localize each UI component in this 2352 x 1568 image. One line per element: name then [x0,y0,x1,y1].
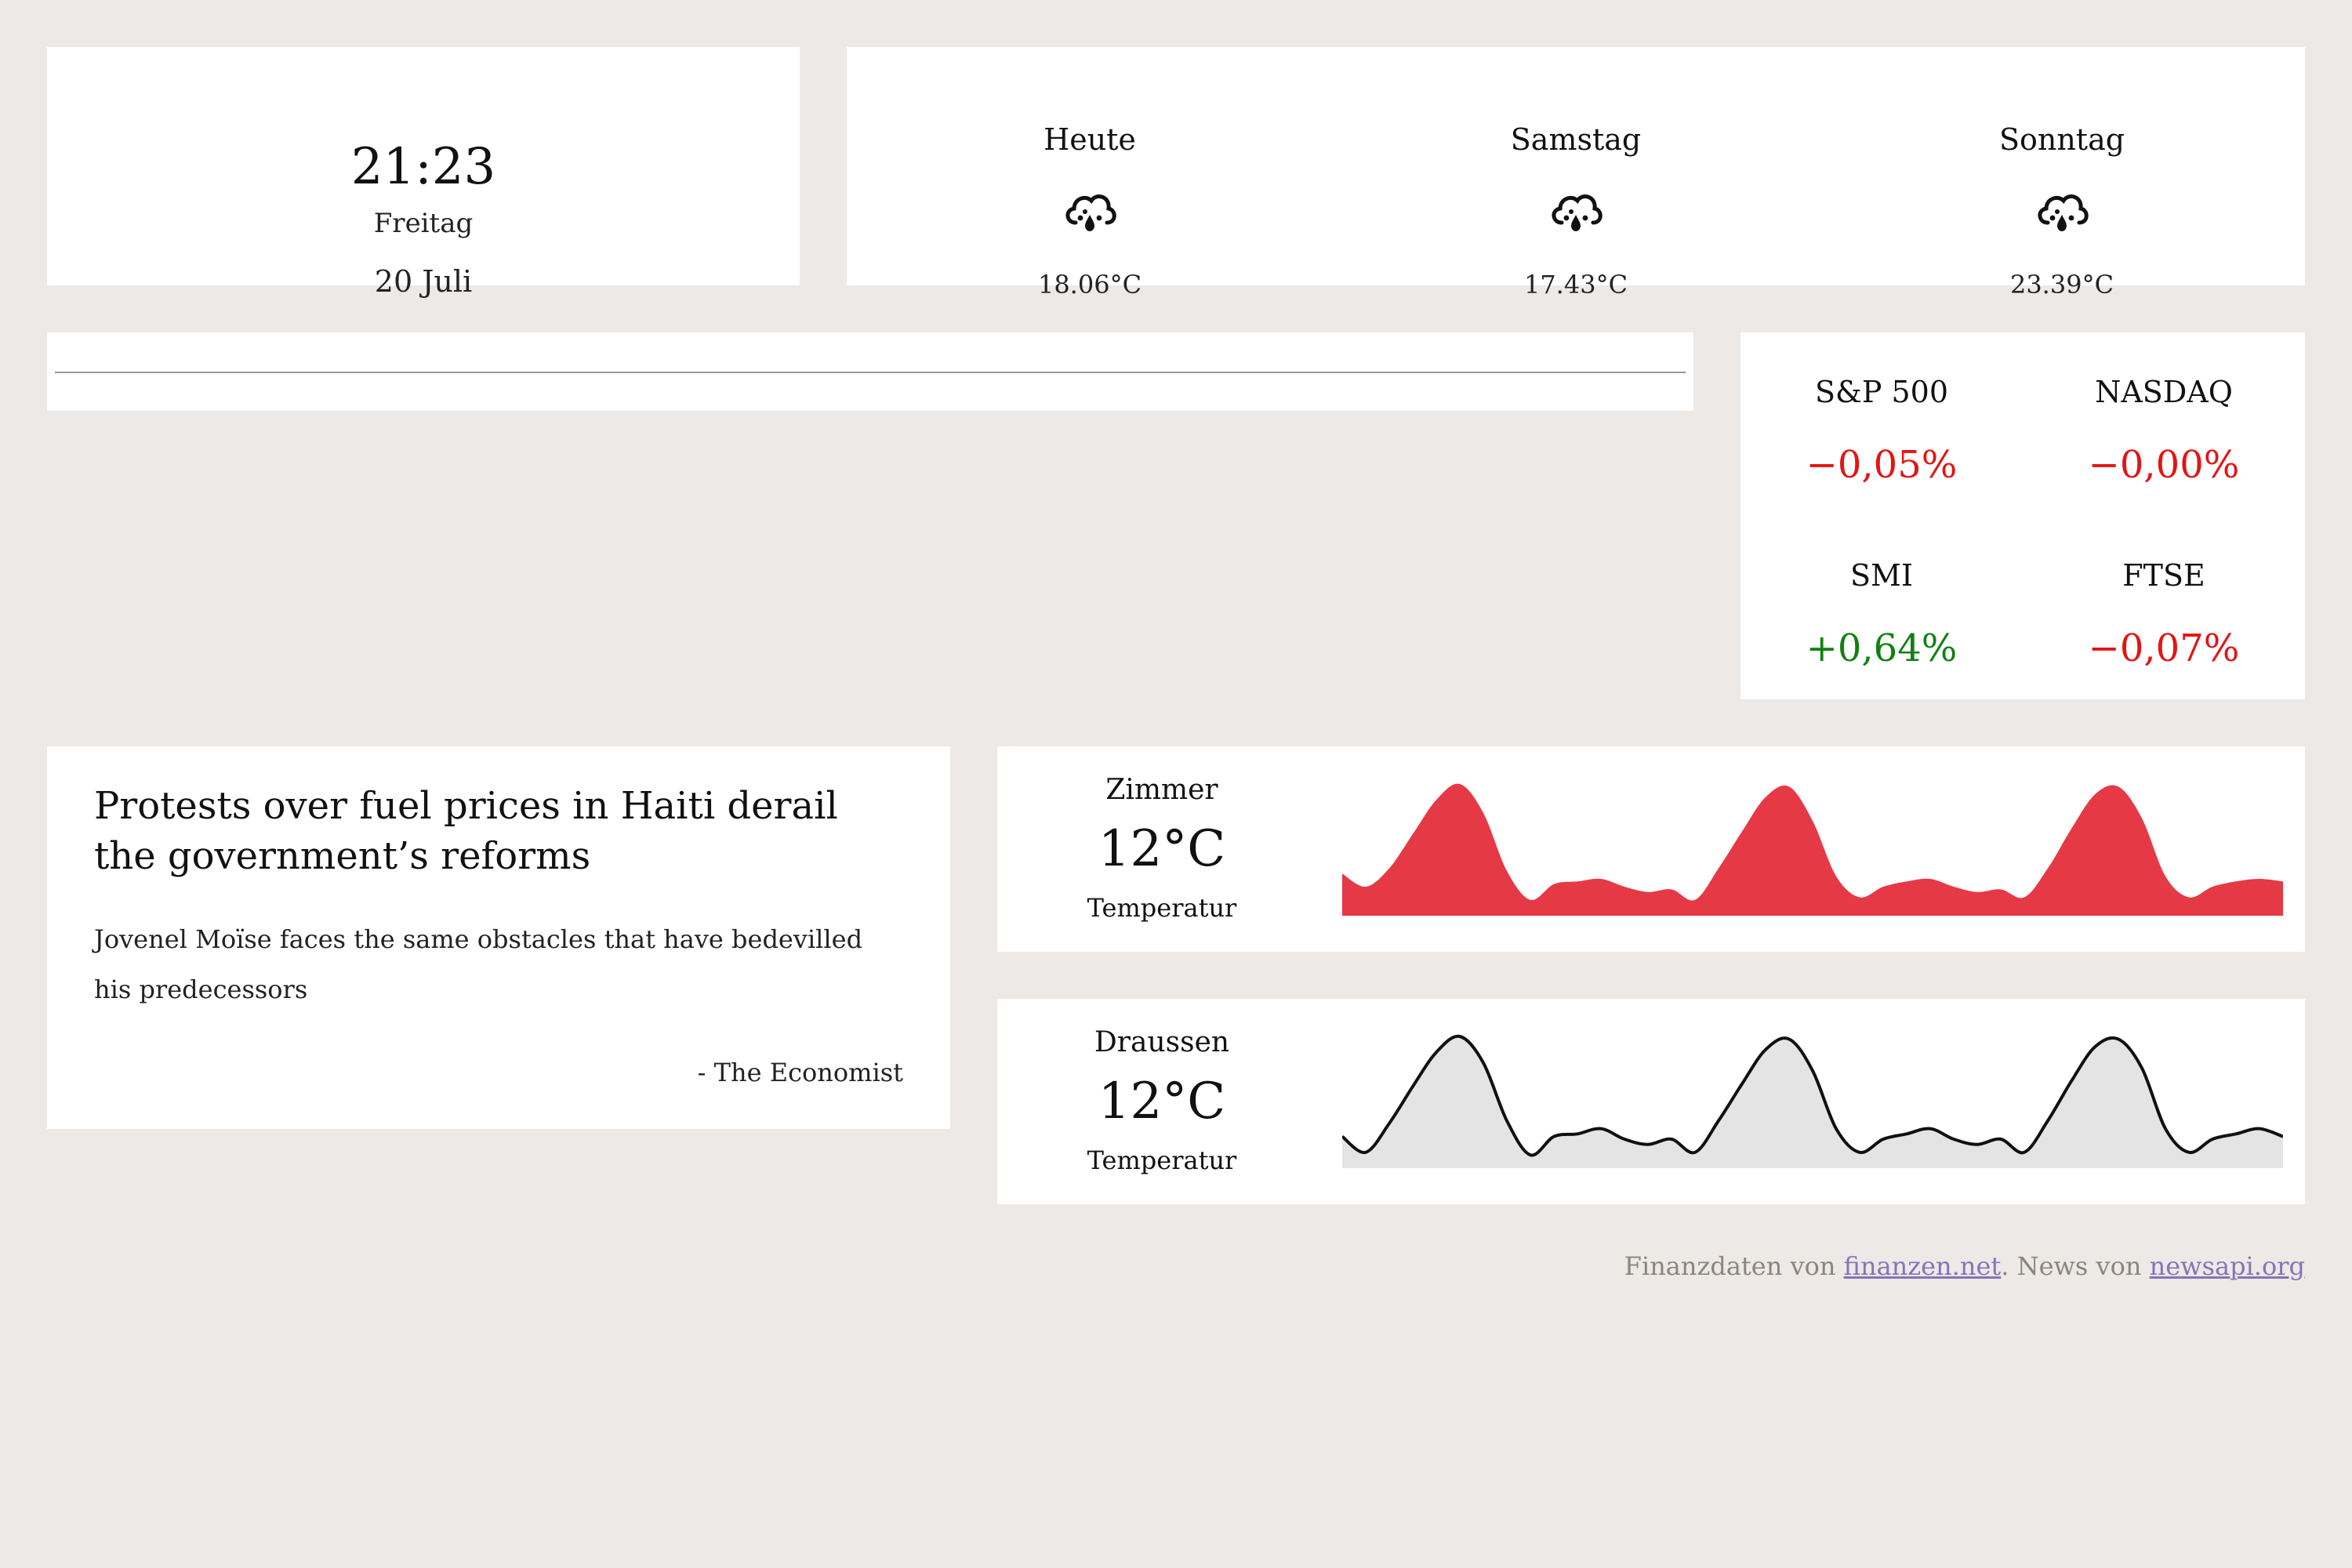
news-source: - The Economist [697,1058,903,1087]
news-card: Protests over fuel prices in Haiti derai… [47,746,950,1129]
market-name: SMI [1850,558,1913,593]
market-name: NASDAQ [2095,375,2233,409]
forecast-temp: 18.06°C [1037,270,1142,299]
rain-cloud-icon [2038,194,2089,231]
sensor-label-block: Draussen 12°C Temperatur [997,999,1327,1204]
sensor-sub-label: Temperatur [1087,1145,1237,1175]
news-description: Jovenel Moïse faces the same obstacles t… [94,924,863,1004]
sparkline-area [1342,783,2283,916]
clock-time: 21:23 [350,138,496,196]
ticker-divider [55,372,1686,373]
sensor-value: 12°C [1098,820,1226,878]
forecast-day: Samstag 17.43°C [1333,47,1819,299]
forecast-day-name: Sonntag [1998,122,2125,157]
clock-weekday: Freitag [373,208,474,239]
sensor-card-draussen: Draussen 12°C Temperatur [997,999,2305,1204]
sensor-sub-label: Temperatur [1087,893,1237,923]
rain-cloud-icon [1065,194,1116,231]
sensor-card-zimmer: Zimmer 12°C Temperatur [997,746,2305,952]
forecast-temp: 17.43°C [1523,270,1628,299]
forecast-day: Heute 18.06°C [847,47,1333,299]
market-nasdaq: NASDAQ −0,00% [2023,368,2305,492]
news-ticker-card [47,332,1693,411]
newsapi-link[interactable]: newsapi.org [2150,1251,2305,1281]
forecast-day: Sonntag 23.39°C [1819,47,2305,299]
market-change: −0,05% [1806,443,1958,487]
forecast-temp: 23.39°C [2009,270,2114,299]
sensor-value: 12°C [1098,1073,1226,1131]
weather-forecast-card: Heute 18.06°C Samstag 17.43°C Sonntag 23… [847,47,2305,299]
sparkline-area [1342,1036,2283,1168]
market-change: +0,64% [1806,626,1958,670]
market-name: FTSE [2122,558,2205,593]
forecast-day-name: Heute [1044,122,1136,157]
footer-middle: . News von [2001,1251,2150,1281]
rain-cloud-icon [1552,194,1602,231]
footer-prefix: Finanzdaten von [1624,1251,1844,1281]
market-ftse: FTSE −0,07% [2023,552,2305,676]
market-change: −0,07% [2088,626,2240,670]
sensor-name: Zimmer [1105,774,1218,806]
sparkline-draussen [1342,1034,2283,1168]
markets-card: S&P 500 −0,05% NASDAQ −0,00% SMI +0,64% … [1740,332,2305,699]
clock-date: 20 Juli [374,264,473,299]
sparkline-zimmer [1342,783,2283,916]
market-change: −0,00% [2088,443,2240,487]
market-name: S&P 500 [1814,375,1949,409]
news-headline: Protests over fuel prices in Haiti derai… [94,784,838,878]
market-sp500: S&P 500 −0,05% [1740,368,2023,492]
footer-credits: Finanzdaten von finanzen.net. News von n… [1624,1247,2305,1286]
finanzen-link[interactable]: finanzen.net [1844,1251,2002,1281]
market-smi: SMI +0,64% [1740,552,2023,676]
clock-card: 21:23 Freitag 20 Juli [47,47,800,299]
forecast-day-name: Samstag [1510,122,1642,157]
sensor-label-block: Zimmer 12°C Temperatur [997,746,1327,952]
sensor-name: Draussen [1094,1026,1230,1058]
